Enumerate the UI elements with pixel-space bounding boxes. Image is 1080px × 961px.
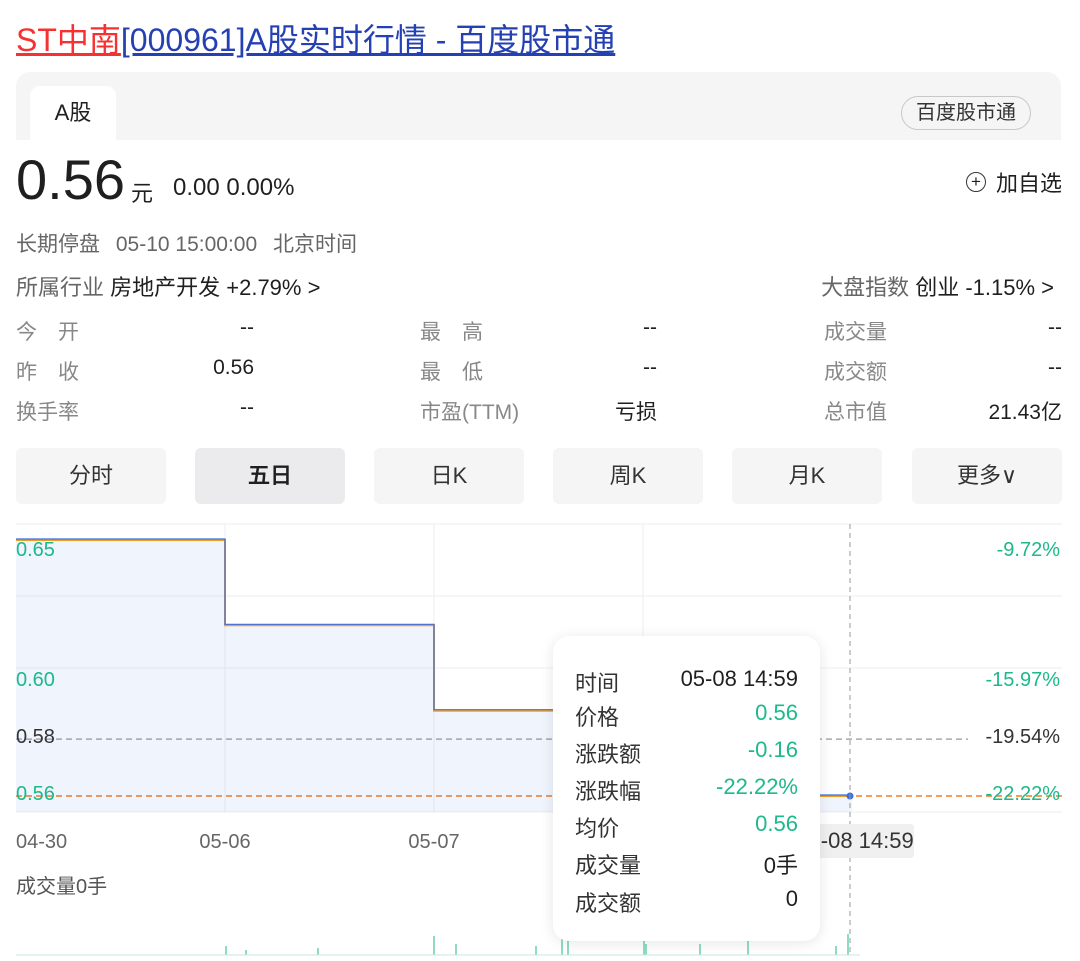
tab-daily-k[interactable]: 日K [374, 448, 524, 504]
status-text: 长期停盘 [16, 233, 100, 256]
tooltip-pct-row: 涨跌幅 -22.22% [575, 774, 798, 804]
tab-intraday[interactable]: 分时 [16, 448, 166, 504]
tooltip-pct-label: 涨跌幅 [575, 779, 642, 804]
quote-header: 0.56 元 0.00 0.00% + 加自选 [16, 148, 1062, 212]
tooltip-volume-value: 0手 [763, 853, 798, 878]
price-unit: 元 [131, 181, 154, 206]
stat-turnover-value: -- [240, 396, 254, 419]
stat-low-label: 最 低 [420, 361, 483, 384]
stat-high-value: -- [643, 316, 657, 339]
plus-circle-icon: + [965, 172, 986, 192]
y-tick-left-3: 0.56 [16, 783, 55, 805]
y-tick-right-2: -19.54% [986, 726, 1061, 748]
stat-prev-close-value: 0.56 [213, 356, 254, 379]
y-tick-left-1: 0.60 [16, 669, 55, 691]
tab-a-share[interactable]: A股 [30, 86, 116, 140]
y-tick-left-0: 0.65 [16, 539, 55, 561]
stat-open-label: 今 开 [16, 321, 79, 344]
y-tick-right-3: -22.22% [986, 783, 1061, 805]
tooltip-price-label: 价格 [575, 705, 620, 730]
tooltip-time-row: 时间 05-08 14:59 [575, 666, 798, 696]
tooltip-avg-label: 均价 [575, 816, 620, 841]
tooltip-time-value: 05-08 14:59 [680, 666, 798, 691]
x-tick-0: 04-30 [16, 831, 67, 853]
add-favorite-label: 加自选 [995, 171, 1062, 196]
price-change: 0.00 0.00% [173, 174, 295, 201]
x-tick-2: 05-07 [408, 831, 459, 853]
tooltip-time-label: 时间 [575, 671, 620, 696]
stat-turnover-label: 换手率 [16, 401, 79, 424]
stat-high-label: 最 高 [420, 321, 483, 344]
chart-tooltip: 时间 05-08 14:59 价格 0.56 涨跌额 -0.16 涨跌幅 -22… [553, 636, 820, 941]
tooltip-price-row: 价格 0.56 [575, 700, 798, 730]
stat-low-value: -- [643, 356, 657, 379]
tooltip-amount-label: 成交额 [575, 891, 642, 916]
stat-volume-label: 成交量 [824, 321, 887, 344]
industry-link[interactable]: 所属行业 房地产开发 +2.79% > [16, 270, 320, 302]
stock-name-link[interactable]: ST中南 [16, 22, 121, 58]
tooltip-pct-value: -22.22% [716, 774, 798, 799]
tab-weekly-k[interactable]: 周K [553, 448, 703, 504]
tooltip-volume-label: 成交量 [575, 853, 642, 878]
index-label: 大盘指数 [821, 275, 910, 300]
current-price: 0.56 [16, 148, 125, 211]
y-tick-left-2: 0.58 [16, 726, 55, 748]
tab-more[interactable]: 更多∨ [912, 448, 1062, 504]
stat-market-cap-label: 总市值 [824, 401, 887, 424]
index-value: 创业 -1.15% > [915, 275, 1054, 300]
market-tab-bar: A股 百度股市通 [16, 72, 1061, 140]
stat-amount-label: 成交额 [824, 361, 887, 384]
volume-label: 成交量0手 [16, 876, 108, 898]
stat-prev-close-label: 昨 收 [16, 361, 79, 384]
stat-open-value: -- [240, 316, 254, 339]
stat-volume-value: -- [1048, 316, 1062, 339]
tab-monthly-k[interactable]: 月K [732, 448, 882, 504]
tooltip-change-row: 涨跌额 -0.16 [575, 737, 798, 767]
tooltip-avg-value: 0.56 [755, 811, 798, 836]
trading-status: 长期停盘 05-10 15:00:00 北京时间 [16, 228, 367, 258]
tooltip-change-value: -0.16 [747, 737, 798, 762]
stat-amount-value: -- [1048, 356, 1062, 379]
add-favorite-button[interactable]: + 加自选 [965, 166, 1062, 198]
industry-label: 所属行业 [16, 275, 105, 300]
status-timezone: 北京时间 [272, 233, 357, 256]
tab-five-day[interactable]: 五日 [195, 448, 345, 504]
tooltip-amount-value: 0 [785, 886, 798, 911]
stock-title-link[interactable]: [000961]A股实时行情 - 百度股市通 [121, 22, 615, 58]
x-tick-1: 05-06 [199, 831, 250, 853]
page-title[interactable]: ST中南[000961]A股实时行情 - 百度股市通 [16, 18, 615, 62]
tooltip-volume-row: 成交量 0手 [575, 848, 798, 878]
market-index-link[interactable]: 大盘指数 创业 -1.15% > [821, 270, 1054, 302]
tooltip-price-value: 0.56 [755, 700, 798, 725]
tooltip-avg-row: 均价 0.56 [575, 811, 798, 841]
y-tick-right-1: -15.97% [986, 669, 1061, 691]
industry-value: 房地产开发 +2.79% > [110, 275, 321, 300]
brand-chip[interactable]: 百度股市通 [901, 96, 1031, 130]
tooltip-change-label: 涨跌额 [575, 742, 642, 767]
stat-pe-value: 亏损 [615, 401, 657, 424]
status-datetime: 05-10 15:00:00 [115, 233, 258, 256]
period-tabs: 分时 五日 日K 周K 月K 更多∨ [16, 448, 1062, 504]
price-chart[interactable]: 0.65 0.60 0.58 0.56 -9.72% -15.97% -19.54% -22.… [0, 520, 1080, 961]
stat-market-cap-value: 21.43亿 [988, 401, 1062, 424]
stat-pe-label: 市盈(TTM) [420, 401, 520, 424]
y-tick-right-0: -9.72% [997, 539, 1061, 561]
tooltip-amount-row: 成交额 0 [575, 886, 798, 916]
